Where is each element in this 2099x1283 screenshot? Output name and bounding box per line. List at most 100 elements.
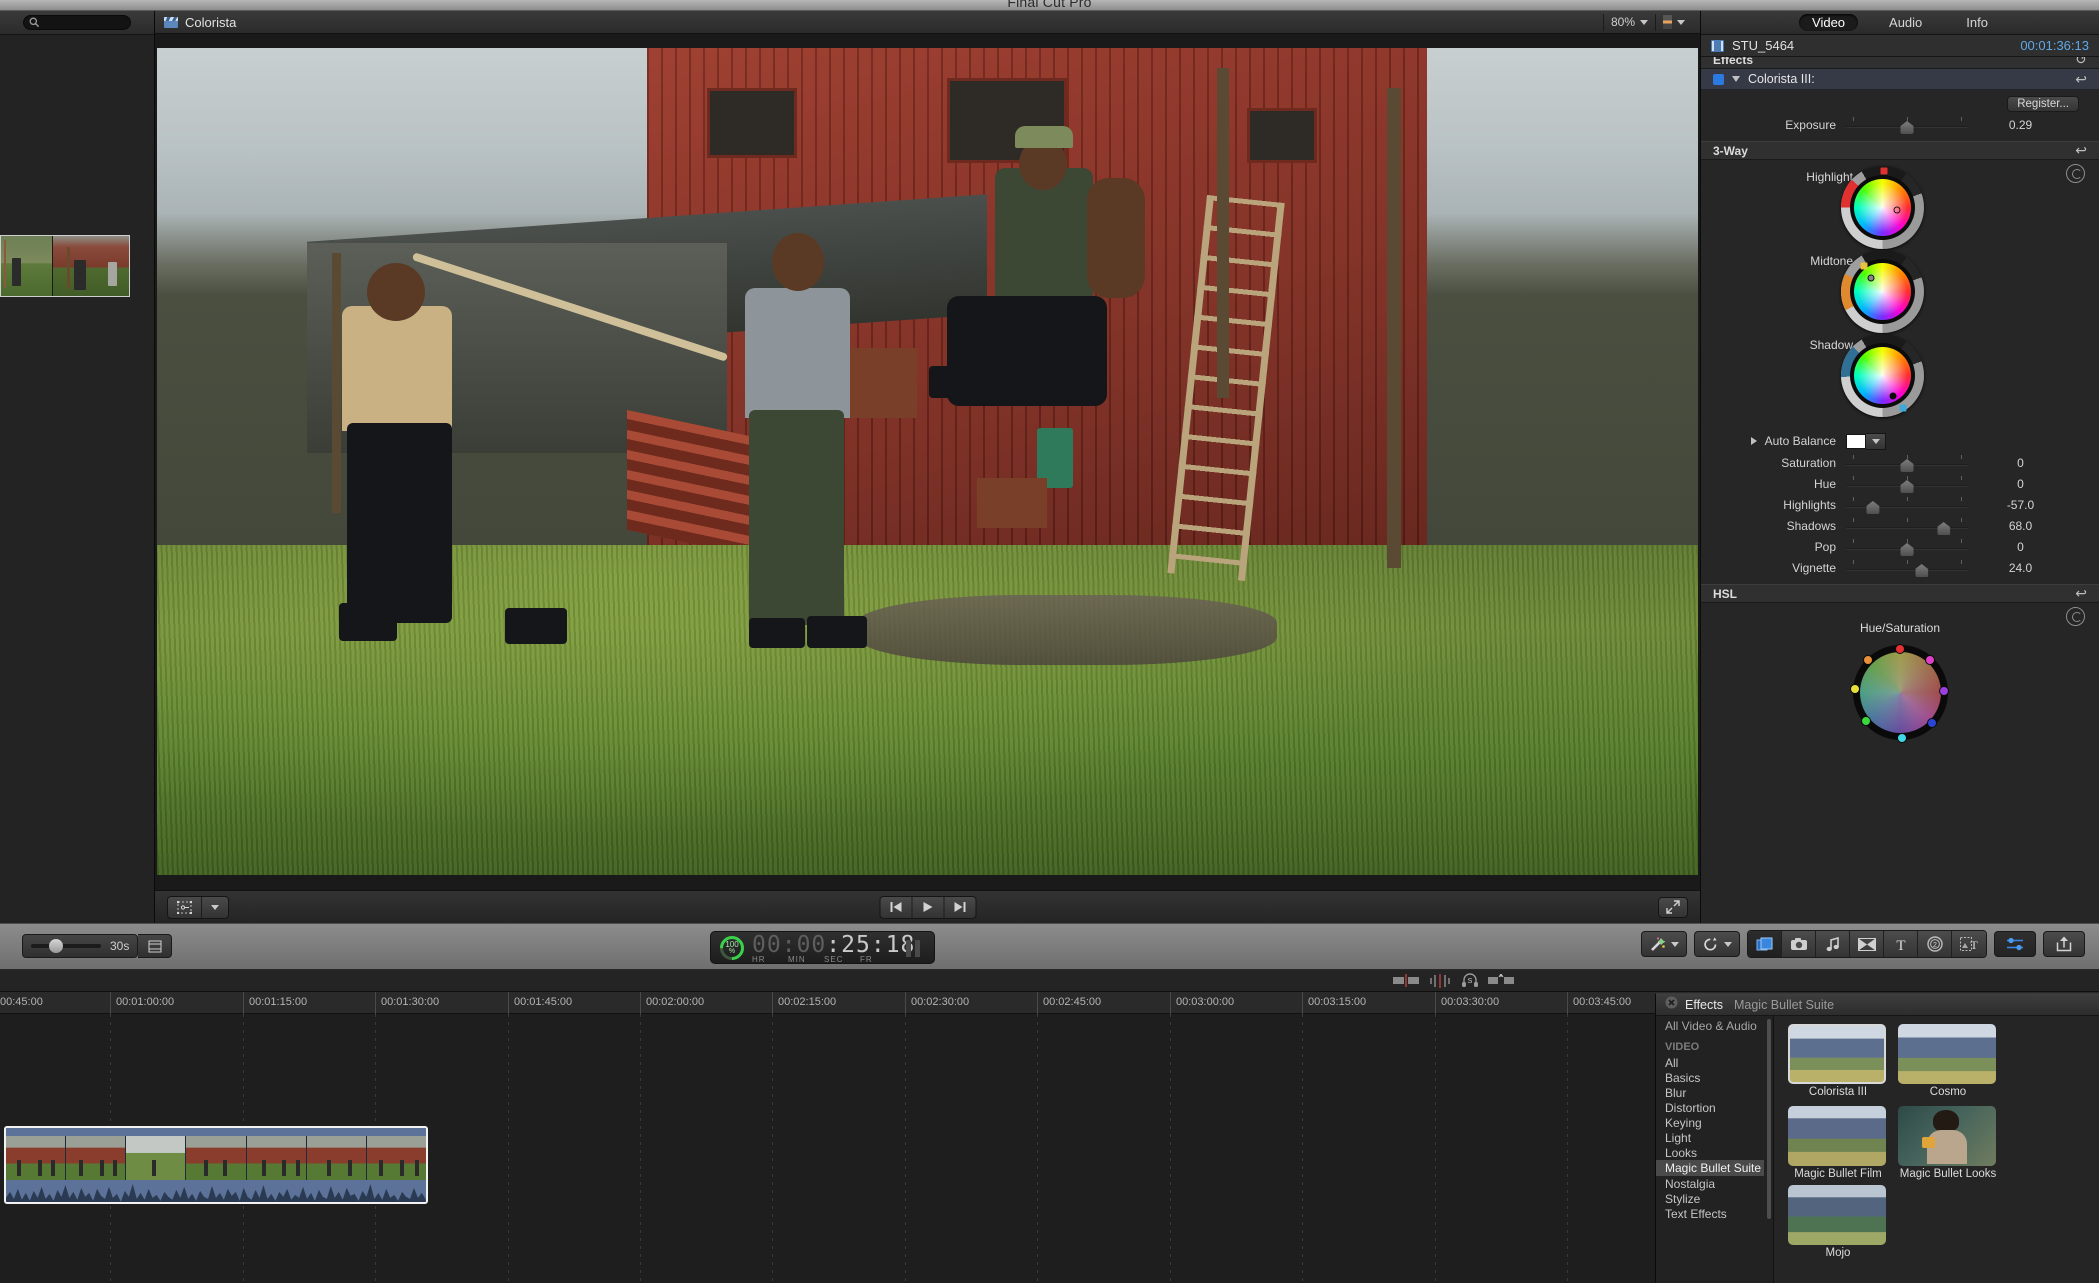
inspector-button[interactable]	[1994, 931, 2036, 957]
retime-button[interactable]	[1694, 931, 1740, 957]
chevron-right-icon[interactable]	[1750, 437, 1757, 445]
sidebar-item-all[interactable]: All	[1656, 1055, 1773, 1070]
table-row[interactable]	[4, 1126, 428, 1204]
sidebar-item-distortion[interactable]: Distortion	[1656, 1100, 1773, 1115]
skip-forward-icon[interactable]	[944, 897, 975, 918]
solo-icon[interactable]: S	[1461, 973, 1479, 993]
highlights-value[interactable]: -57.0	[1968, 498, 2073, 512]
generator-icon[interactable]: 2	[1918, 931, 1952, 957]
effect-row-colorista[interactable]: Colorista III: ↩	[1701, 69, 2099, 90]
three-way-section-header[interactable]: 3-Way ↩	[1701, 141, 2099, 160]
audio-skimming-icon[interactable]	[1428, 973, 1452, 993]
browser-clip-thumbnail[interactable]	[0, 235, 130, 297]
list-item[interactable]: Magic Bullet Film	[1788, 1106, 1888, 1181]
filmstrip-icon[interactable]	[138, 934, 173, 958]
hue-slider[interactable]	[1846, 473, 1968, 494]
sidebar-item-looks[interactable]: Looks	[1656, 1145, 1773, 1160]
chevron-down-icon[interactable]	[1724, 941, 1732, 947]
camera-icon[interactable]	[1782, 931, 1816, 957]
sidebar-item-nostalgia[interactable]: Nostalgia	[1656, 1176, 1773, 1191]
pop-slider[interactable]	[1846, 536, 1968, 557]
sidebar-item-light[interactable]: Light	[1656, 1130, 1773, 1145]
revert-arrow-icon[interactable]: ↩	[2075, 585, 2087, 602]
hsl-handle-green[interactable]	[1860, 716, 1871, 726]
saturation-slider[interactable]	[1846, 452, 1968, 473]
saturation-value[interactable]: 0	[1968, 456, 2073, 470]
hsl-handle-cyan[interactable]	[1896, 733, 1907, 744]
sidebar-item-magic-bullet-suite[interactable]: Magic Bullet Suite	[1656, 1160, 1764, 1176]
list-item[interactable]: Magic Bullet Looks	[1898, 1106, 1998, 1181]
color-wheel-shadow[interactable]: Shadow	[1701, 334, 2099, 418]
color-wheel-midtone[interactable]: Midtone	[1701, 250, 2099, 334]
search-input[interactable]	[23, 15, 131, 30]
list-item[interactable]: Colorista III	[1788, 1024, 1888, 1098]
close-circle-icon[interactable]	[1665, 996, 1678, 1014]
shadows-slider[interactable]	[1846, 515, 1968, 536]
sidebar-item-blur[interactable]: Blur	[1656, 1085, 1773, 1100]
play-icon[interactable]	[912, 896, 944, 918]
revert-arrow-icon[interactable]: ↩	[2075, 142, 2087, 159]
hsl-handle-magenta[interactable]	[1925, 655, 1936, 666]
hsl-handle-yellow[interactable]	[1850, 683, 1861, 694]
vignette-value[interactable]: 24.0	[1968, 561, 2073, 575]
music-note-icon[interactable]	[1816, 931, 1850, 957]
hue-value[interactable]: 0	[1968, 477, 2073, 491]
vignette-slider[interactable]	[1846, 557, 1968, 578]
inspector-scroll-area[interactable]: Effects ↺ Colorista III: ↩ Register... E…	[1701, 57, 2099, 923]
chevron-down-icon[interactable]	[1671, 941, 1679, 947]
effects-grid[interactable]: Colorista III Cosmo Magic Bullet Film Ma…	[1774, 1016, 2099, 1283]
sidebar-item-keying[interactable]: Keying	[1656, 1115, 1773, 1130]
crop-transform-group[interactable]	[167, 895, 229, 919]
hsl-section-header[interactable]: HSL ↩	[1701, 584, 2099, 603]
list-item[interactable]: Cosmo	[1898, 1024, 1998, 1098]
sidebar-item-all-video-audio[interactable]: All Video & Audio	[1656, 1016, 1773, 1033]
hsl-handle-blue[interactable]	[1927, 717, 1938, 728]
scrollbar[interactable]	[1767, 1019, 1771, 1219]
viewer-duration-control[interactable]: 30s	[22, 934, 139, 958]
auto-balance-dropdown[interactable]	[1866, 432, 1886, 450]
hsl-handle-purple[interactable]	[1938, 685, 1949, 696]
video-overlay-button[interactable]	[1748, 931, 1782, 957]
auto-balance-row[interactable]: Auto Balance	[1701, 430, 2099, 452]
browser-content[interactable]	[0, 35, 154, 923]
viewer-zoom-control[interactable]: 80%	[1602, 13, 1655, 31]
hsl-handle-red[interactable]	[1895, 643, 1905, 654]
viewer-fullscreen-control[interactable]	[1658, 896, 1688, 918]
transform-icon[interactable]	[168, 896, 202, 918]
effects-section-header[interactable]: Effects ↺	[1701, 57, 2099, 69]
sidebar-item-basics[interactable]: Basics	[1656, 1070, 1773, 1085]
reset-target-icon[interactable]	[2066, 607, 2085, 626]
effect-enable-checkbox[interactable]	[1713, 73, 1724, 85]
chevron-down-icon[interactable]	[202, 897, 228, 918]
revert-arrow-icon[interactable]: ↩	[2075, 71, 2087, 88]
auto-balance-color-swatch[interactable]	[1846, 433, 1866, 449]
clip-skimming-icon[interactable]	[1393, 974, 1419, 992]
snapping-icon[interactable]	[1488, 973, 1514, 992]
color-wheel-highlight[interactable]: Highlight	[1701, 166, 2099, 250]
themes-icon[interactable]: T	[1952, 931, 1986, 957]
exposure-slider[interactable]	[1846, 114, 1968, 135]
hsl-handle-orange[interactable]	[1862, 655, 1873, 666]
timecode-display[interactable]: 100 % 00:00:25:18 HR MIN SEC FR	[710, 931, 935, 964]
enhancements-button[interactable]	[1641, 931, 1687, 957]
pop-value[interactable]: 0	[1968, 540, 2073, 554]
transition-icon[interactable]	[1850, 931, 1884, 957]
viewer-canvas[interactable]	[155, 34, 1700, 890]
tab-audio[interactable]: Audio	[1876, 14, 1935, 31]
list-item[interactable]: Mojo	[1788, 1185, 1888, 1259]
register-button[interactable]: Register...	[2007, 96, 2079, 112]
chevron-down-icon[interactable]	[1732, 76, 1740, 82]
exposure-value[interactable]: 0.29	[1968, 118, 2073, 132]
sidebar-item-text-effects[interactable]: Text Effects	[1656, 1206, 1773, 1221]
viewer-display-options[interactable]	[1655, 13, 1692, 31]
tab-info[interactable]: Info	[1953, 14, 2001, 31]
highlights-slider[interactable]	[1846, 494, 1968, 515]
shadows-value[interactable]: 68.0	[1968, 519, 2073, 533]
revert-arrow-icon[interactable]: ↺	[2075, 57, 2087, 68]
sidebar-item-stylize[interactable]: Stylize	[1656, 1191, 1773, 1206]
tab-video[interactable]: Video	[1799, 14, 1859, 31]
effects-category-sidebar[interactable]: All Video & Audio VIDEO All Basics Blur …	[1656, 1016, 1774, 1283]
expand-icon[interactable]	[1658, 896, 1688, 918]
hue-saturation-wheel[interactable]	[1850, 643, 1949, 744]
skip-back-icon[interactable]	[880, 896, 912, 918]
